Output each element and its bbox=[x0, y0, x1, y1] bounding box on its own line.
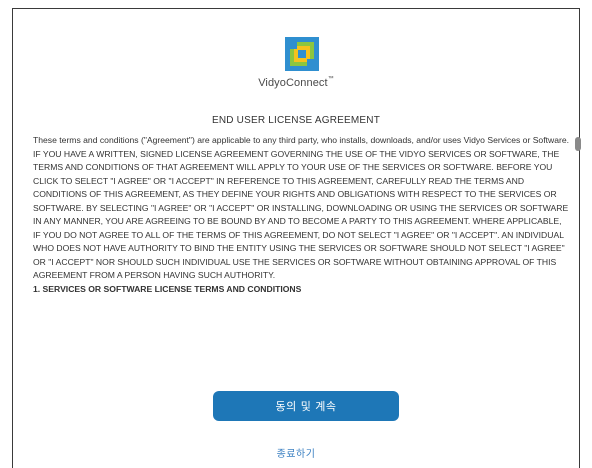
exit-link[interactable]: 종료하기 bbox=[13, 445, 579, 460]
license-section-heading: 1. SERVICES OR SOFTWARE LICENSE TERMS AN… bbox=[33, 283, 302, 294]
license-paragraph: These terms and conditions ("Agreement")… bbox=[33, 135, 569, 145]
logo-area: VidyoConnect™ bbox=[13, 33, 579, 93]
eula-dialog: VidyoConnect™ END USER LICENSE AGREEMENT… bbox=[12, 8, 581, 468]
brand-name: VidyoConnect™ bbox=[258, 76, 334, 89]
eula-title: END USER LICENSE AGREEMENT bbox=[211, 115, 380, 126]
agree-and-continue-button[interactable]: 동의 및 계속 bbox=[213, 391, 399, 421]
license-paragraph: IF YOU HAVE A WRITTEN, SIGNED LICENSE AG… bbox=[33, 148, 569, 281]
scrollbar-thumb[interactable] bbox=[575, 137, 581, 151]
license-text-scroll-area[interactable]: These terms and conditions ("Agreement")… bbox=[33, 134, 569, 366]
scroll-clip bbox=[33, 357, 569, 366]
vidyo-logo-icon bbox=[285, 37, 319, 71]
